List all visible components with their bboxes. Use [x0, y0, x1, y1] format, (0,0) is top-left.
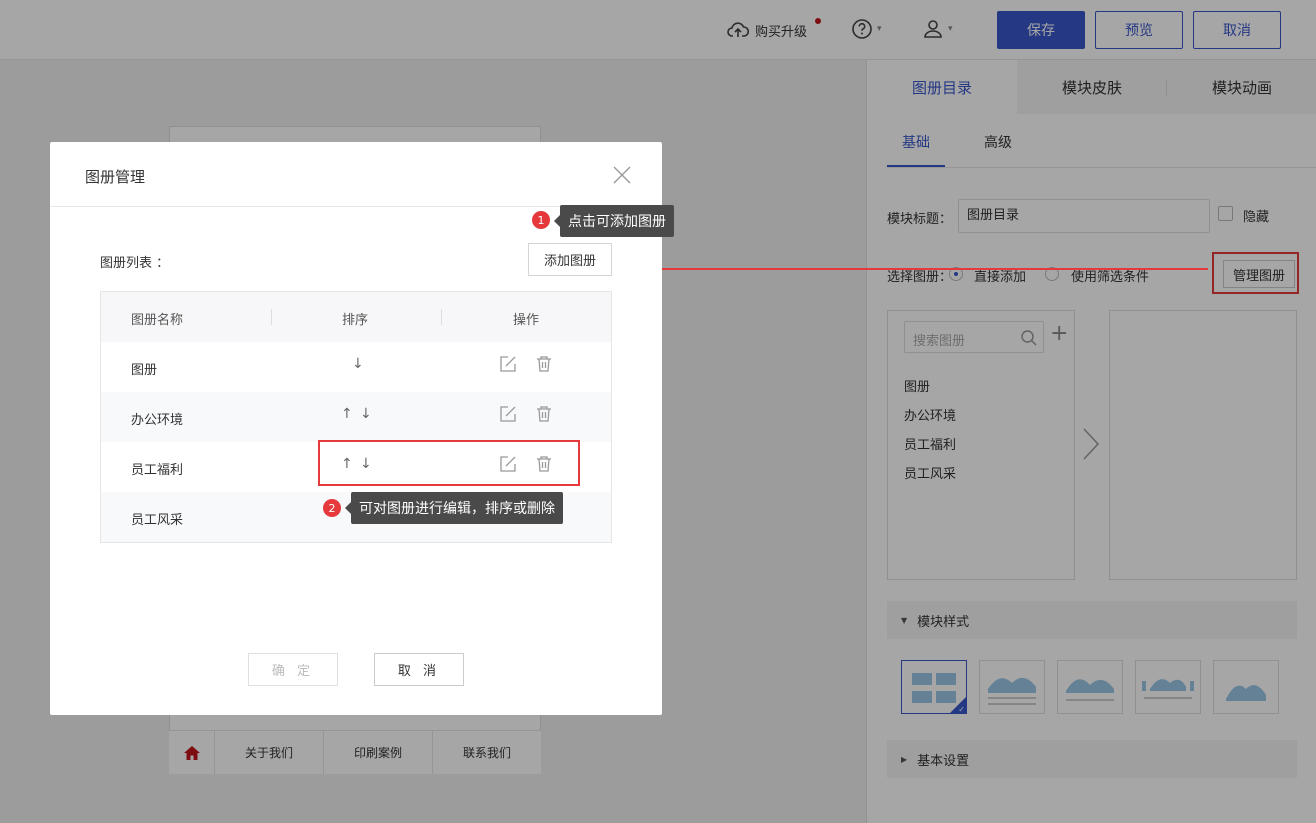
add-album-button[interactable]: 添加图册: [528, 243, 612, 276]
column-header-sort: 排序: [342, 313, 369, 328]
tooltip-add-album: 点击可添加图册: [554, 205, 674, 237]
highlight-box: [318, 440, 580, 486]
trash-icon[interactable]: [535, 405, 553, 427]
step-badge-1: 1: [532, 211, 550, 229]
album-name: 员工福利: [131, 463, 184, 478]
confirm-button[interactable]: 确 定: [248, 653, 338, 686]
trash-icon[interactable]: [535, 355, 553, 377]
arrow-down-icon[interactable]: ↓: [352, 356, 364, 372]
table-row: 办公环境 ↑ ↓: [101, 392, 611, 442]
dialog-header: 图册管理: [50, 142, 662, 207]
step-badge-2: 2: [323, 499, 341, 517]
tooltip-edit-album: 可对图册进行编辑，排序或删除: [345, 492, 563, 524]
close-icon[interactable]: [612, 165, 632, 189]
dialog-title: 图册管理: [85, 168, 146, 186]
dialog-cancel-button[interactable]: 取 消: [374, 653, 464, 686]
album-name: 办公环境: [131, 413, 184, 428]
table-row: 图册 ↓: [101, 342, 611, 392]
arrow-down-icon[interactable]: ↓: [360, 406, 372, 422]
column-header-name: 图册名称: [131, 313, 184, 328]
column-header-actions: 操作: [513, 313, 540, 328]
album-name: 员工风采: [131, 513, 184, 528]
edit-icon[interactable]: [499, 405, 517, 427]
column-divider: [441, 309, 442, 325]
column-divider: [271, 309, 272, 325]
annotation-connector: [648, 268, 1208, 270]
album-name: 图册: [131, 363, 158, 378]
arrow-up-icon[interactable]: ↑: [341, 406, 353, 422]
album-list-label: 图册列表 ：: [100, 256, 170, 271]
table-header: 图册名称 排序 操作: [101, 292, 611, 342]
edit-icon[interactable]: [499, 355, 517, 377]
